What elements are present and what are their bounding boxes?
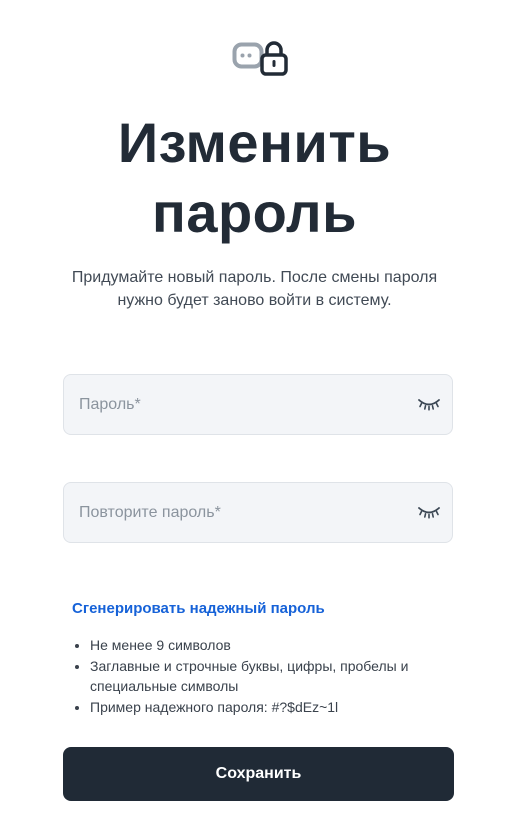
password-field[interactable] <box>63 374 453 435</box>
subtitle-line-1: Придумайте новый пароль. После смены пар… <box>71 269 438 286</box>
page-title-line-2: пароль <box>152 181 357 244</box>
password-rule-item: Пример надежного пароля: #?$dEz~1l <box>90 697 430 718</box>
confirm-password-input[interactable] <box>79 483 409 542</box>
change-password-page: Изменить пароль Придумайте новый пароль.… <box>0 0 509 826</box>
chat-lock-icon <box>232 38 290 78</box>
eye-closed-icon[interactable] <box>417 395 441 413</box>
page-subtitle: Придумайте новый пароль. После смены пар… <box>60 266 449 312</box>
save-button[interactable]: Сохранить <box>63 747 454 801</box>
generate-password-link[interactable]: Сгенерировать надежный пароль <box>72 599 325 619</box>
eye-closed-icon[interactable] <box>417 503 441 521</box>
confirm-password-field[interactable] <box>63 482 453 543</box>
page-title-line-1: Изменить <box>117 111 392 174</box>
password-rules-list: Не менее 9 символов Заглавные и строчные… <box>72 635 430 717</box>
password-rule-item: Не менее 9 символов <box>90 635 430 656</box>
password-rule-item: Заглавные и строчные буквы, цифры, пробе… <box>90 656 430 697</box>
subtitle-line-2: нужно будет заново войти в систему. <box>117 292 392 309</box>
page-title: Изменить пароль <box>0 108 509 248</box>
password-input[interactable] <box>79 375 409 434</box>
